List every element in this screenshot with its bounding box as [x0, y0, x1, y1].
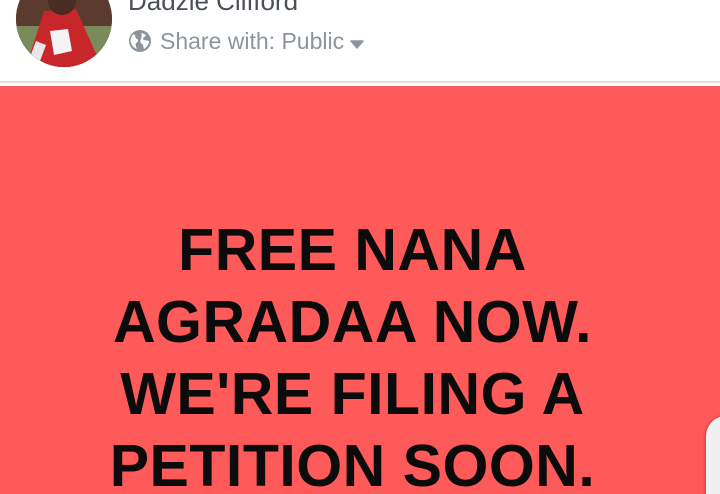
scroll-handle[interactable] [706, 416, 720, 494]
post-text[interactable]: FREE NANA AGRADAA NOW. WE'RE FILING A PE… [0, 214, 705, 494]
share-label: Share with: Public [160, 27, 345, 54]
post-text-line: WE'RE FILING A [120, 361, 585, 427]
post-text-canvas[interactable]: FREE NANA AGRADAA NOW. WE'RE FILING A PE… [0, 86, 720, 494]
post-text-line: PETITION SOON. [109, 433, 596, 494]
avatar-image [16, 0, 112, 67]
post-text-line: FREE NANA [178, 217, 527, 283]
avatar[interactable] [16, 0, 112, 67]
composer-header: Dadzie Clifford Share with: Public [0, 0, 720, 83]
author-name: Dadzie Clifford [128, 0, 299, 16]
post-text-line: AGRADAA NOW. [112, 289, 593, 355]
caret-down-icon [350, 40, 364, 49]
share-privacy-selector[interactable]: Share with: Public [128, 27, 364, 55]
globe-icon [129, 30, 151, 52]
